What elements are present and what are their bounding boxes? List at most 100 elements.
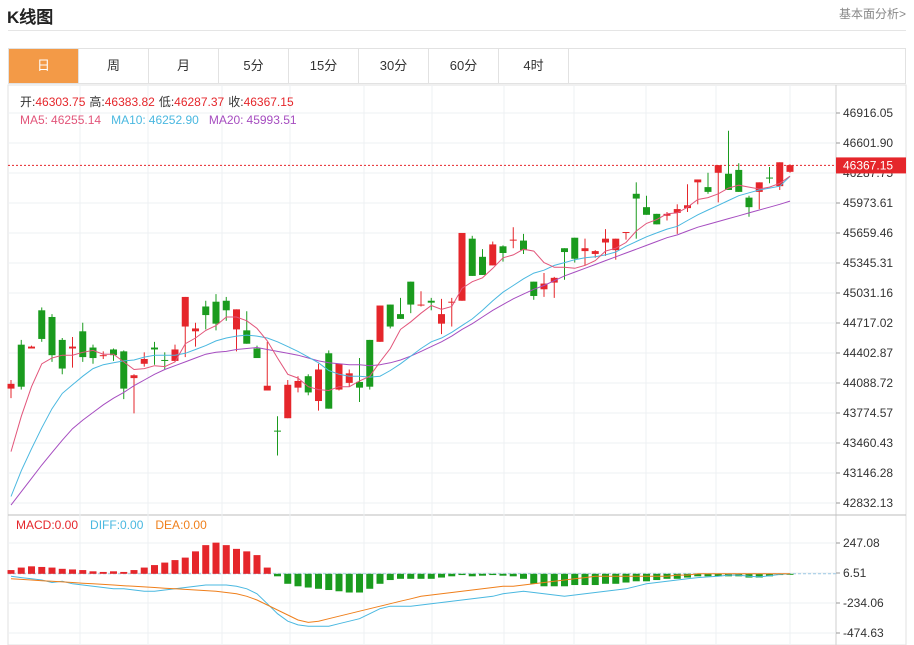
- macd-bar: [17, 567, 25, 574]
- candle-body: [202, 306, 210, 316]
- macd-bar: [151, 565, 158, 574]
- macd-bar: [520, 573, 527, 579]
- candle-body: [335, 363, 343, 390]
- chart-frame: [7, 84, 907, 645]
- macd-tick-label: 6.51: [843, 566, 867, 580]
- macd-bar: [161, 562, 169, 574]
- ma10-label: MA10:: [111, 113, 146, 127]
- candle-body: [161, 359, 169, 361]
- macd-bar: [120, 571, 128, 574]
- candle-body: [89, 347, 97, 359]
- last-price-label: 46367.15: [843, 158, 893, 172]
- candle-body: [140, 359, 148, 364]
- diff-value: 0.00: [120, 518, 144, 532]
- macd-bar: [602, 573, 609, 584]
- macd-bar: [468, 573, 476, 577]
- macd-bar: [356, 573, 363, 593]
- candle-body: [315, 369, 322, 402]
- macd-bar: [89, 571, 97, 574]
- price-axis: 46916.0546601.9046287.7545973.6145659.46…: [836, 106, 906, 640]
- candle-body: [643, 207, 650, 215]
- macd-bar: [294, 573, 302, 587]
- candle-body: [7, 383, 15, 389]
- candle-body: [468, 238, 476, 276]
- candle-body: [561, 248, 568, 253]
- low-label: 低:: [159, 95, 174, 109]
- low-value: 46287.37: [174, 95, 224, 109]
- candle-body: [509, 239, 517, 241]
- macd-bar: [243, 551, 251, 574]
- candle-body: [325, 353, 333, 409]
- macd-bar: [130, 570, 138, 574]
- macd-bar: [489, 573, 497, 576]
- candle-body: [407, 281, 415, 305]
- candle-body: [694, 179, 702, 183]
- candle-body: [776, 162, 784, 187]
- macd-bar: [366, 573, 374, 589]
- ma10-value: 46252.90: [149, 113, 199, 127]
- macd-bar: [69, 569, 76, 574]
- ma-line-info: MA5: 46255.14 MA10: 46252.90 MA20: 45993.51: [20, 113, 297, 127]
- ma10-line: [10, 176, 791, 497]
- ma20-label: MA20:: [209, 113, 244, 127]
- macd-bar: [550, 573, 558, 587]
- macd-bar: [612, 573, 620, 584]
- candle-body: [48, 316, 56, 356]
- macd-tick-label: -234.06: [843, 596, 884, 610]
- macd-tick-label: -474.63: [843, 626, 884, 640]
- candle-body: [274, 430, 281, 432]
- price-tick-label: 43774.57: [843, 406, 893, 420]
- price-tick-label: 44088.72: [843, 376, 893, 390]
- macd-bar: [479, 573, 486, 576]
- macd-bar: [397, 573, 404, 579]
- macd-bar: [622, 573, 630, 583]
- close-value: 46367.15: [244, 95, 294, 109]
- ma5-value: 46255.14: [51, 113, 101, 127]
- candle-body: [99, 355, 107, 357]
- candle-body: [427, 300, 435, 303]
- macd-value: 0.00: [55, 518, 79, 532]
- candle-body: [263, 385, 271, 391]
- candle-body: [571, 237, 579, 259]
- macd-bar: [509, 573, 517, 577]
- candle-body: [243, 330, 251, 344]
- macd-bar: [48, 567, 56, 574]
- price-tick-label: 45031.16: [843, 286, 893, 300]
- candle-body: [745, 197, 753, 208]
- macd-bar: [499, 573, 507, 576]
- macd-bar: [192, 551, 199, 574]
- candle-body: [17, 344, 25, 387]
- kline-chart[interactable]: 46916.0546601.9046287.7545973.6145659.46…: [0, 0, 914, 645]
- macd-bar: [335, 573, 343, 592]
- macd-bar: [325, 573, 333, 591]
- macd-tick-label: 247.08: [843, 536, 880, 550]
- macd-bar: [315, 573, 322, 589]
- candle-body: [489, 244, 497, 266]
- info-line: 开:46303.75 高:46383.82 低:46287.37 收:46367.15: [20, 94, 294, 109]
- price-tick-label: 43146.28: [843, 466, 893, 480]
- macd-bar: [407, 573, 415, 579]
- macd-bar: [643, 573, 650, 582]
- candle-body: [417, 304, 425, 306]
- candle-body: [366, 339, 374, 387]
- open-label: 开:: [20, 95, 35, 109]
- macd-bar: [653, 573, 661, 581]
- macd-bar: [58, 568, 66, 574]
- macd-bar: [28, 566, 35, 574]
- ma20-value: 45993.51: [247, 113, 297, 127]
- high-label: 高:: [89, 94, 104, 109]
- candle-body: [376, 305, 384, 342]
- candle-body: [69, 346, 76, 349]
- candle-body: [192, 328, 199, 332]
- macd-bar: [171, 560, 179, 574]
- macd-bar: [458, 573, 466, 576]
- dea-value: 0.00: [183, 518, 207, 532]
- price-tick-label: 44402.87: [843, 346, 893, 360]
- candle-body: [499, 246, 507, 254]
- macd-bar: [212, 542, 220, 574]
- candle-body: [591, 251, 599, 254]
- macd-bar: [632, 573, 640, 582]
- macd-bar: [222, 545, 230, 574]
- macd-bar: [345, 573, 353, 593]
- candle-body: [284, 384, 292, 419]
